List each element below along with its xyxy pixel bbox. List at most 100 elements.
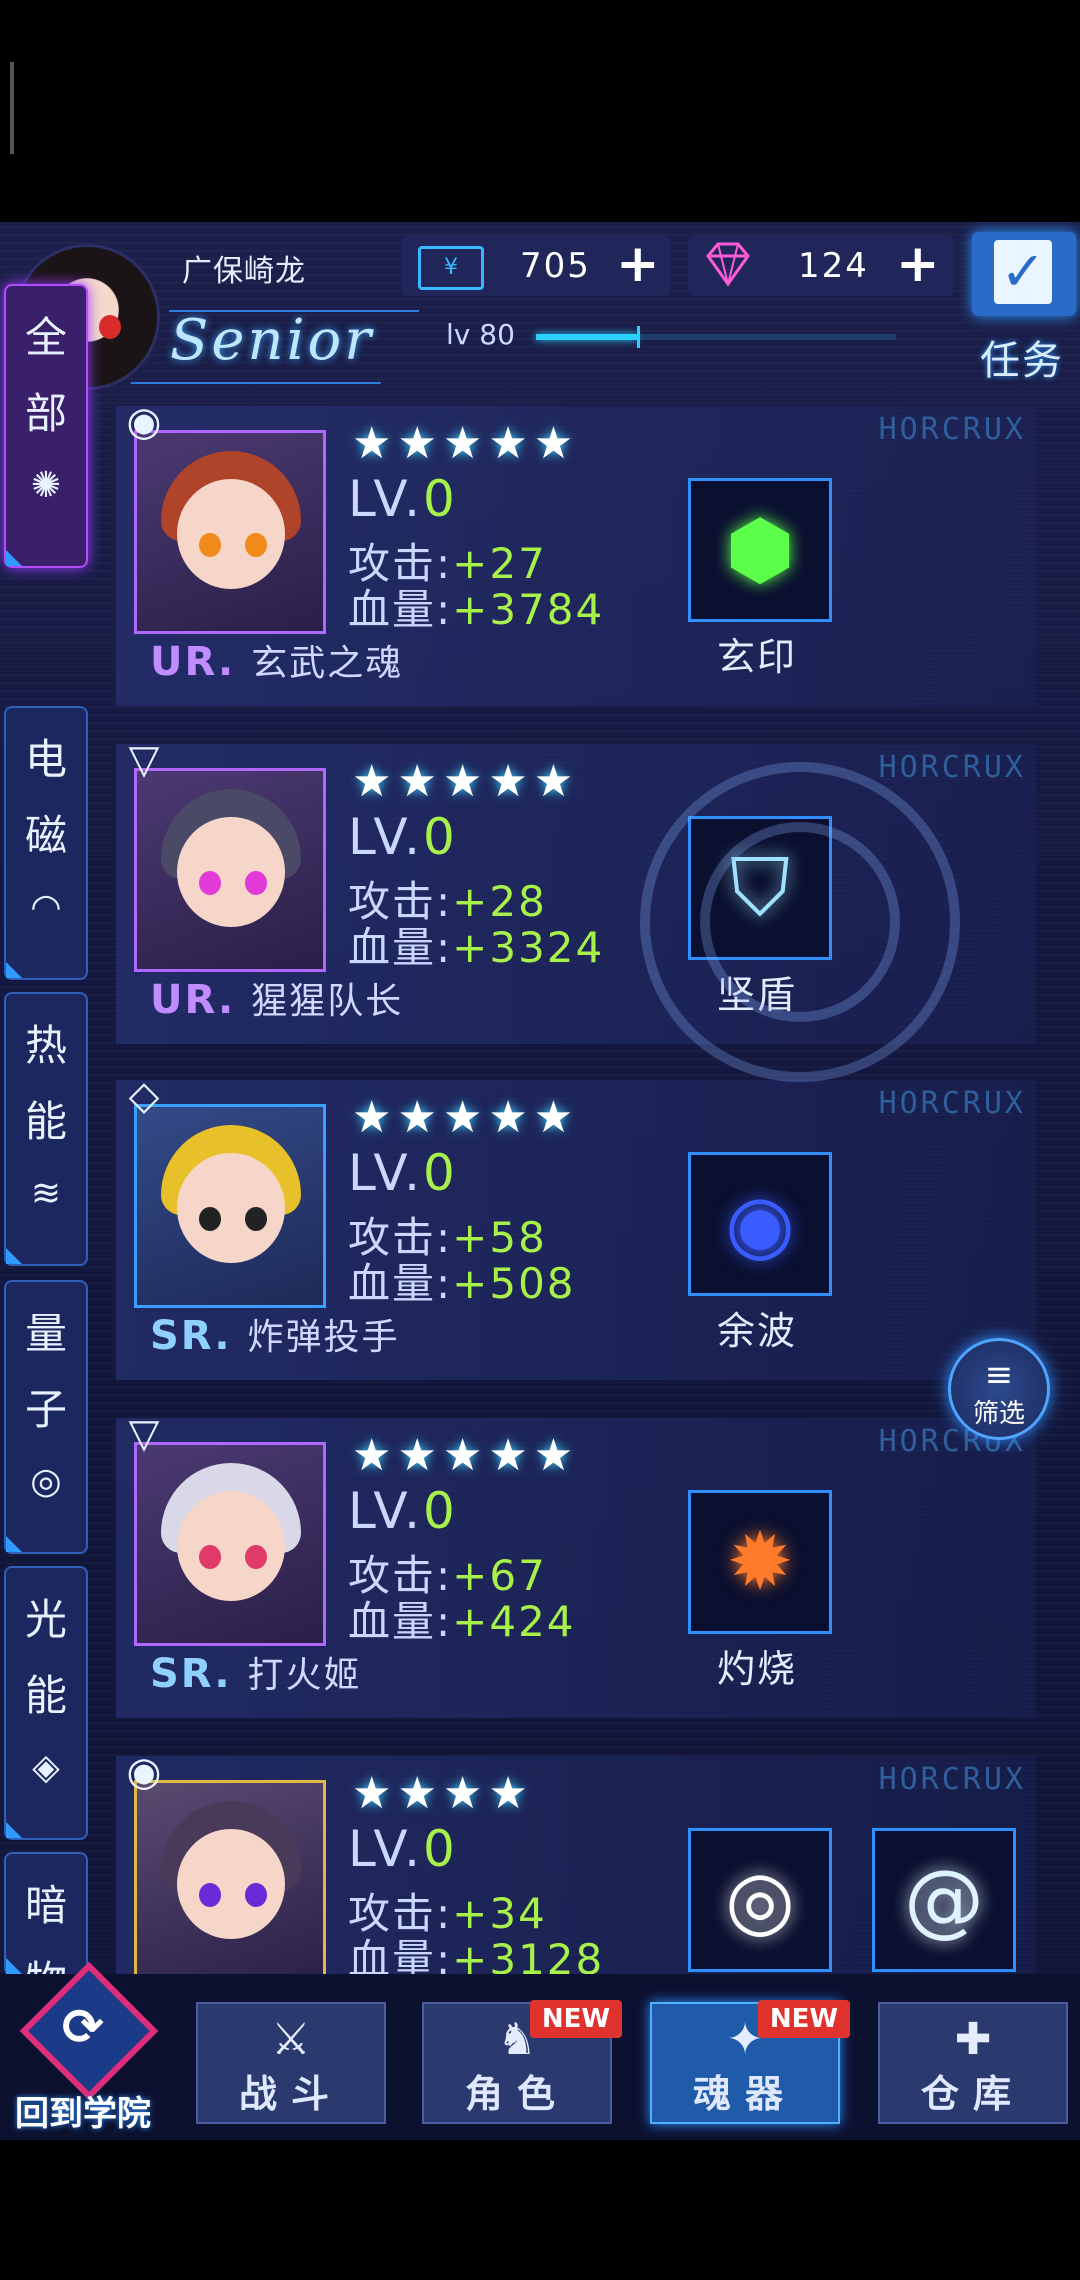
nav-button[interactable]: ♞ 角色 NEW (422, 2000, 622, 2124)
filter-button[interactable]: ≡ 筛选 (948, 1338, 1050, 1440)
hp-label: 血量: (348, 1597, 453, 1646)
portrait-eye (199, 1883, 221, 1907)
horcrux-card[interactable]: HORCRUX ▽ ★★★★★ LV.0 攻击:+67 血量:+424 SR. 打… (116, 1411, 1036, 1718)
sidebar-tab[interactable]: 暗物 (4, 1852, 88, 2006)
task-label[interactable]: 任务 (980, 328, 1064, 386)
sidebar-tab[interactable]: 全部 ✺ (4, 284, 88, 568)
rank-badge-icon: ◉ (126, 399, 162, 445)
portrait-face (177, 817, 285, 927)
sidebar-tab-char: 能 (24, 1097, 67, 1146)
portrait-face (177, 1491, 285, 1601)
star-rating: ★★★★ (352, 1768, 534, 1819)
character-portrait[interactable] (134, 1442, 326, 1646)
horcrux-name: 灼烧 (716, 1647, 797, 1691)
unit-name: UR. 猩猩队长 (150, 972, 403, 1024)
horcrux-tag: HORCRUX (878, 1086, 1026, 1121)
horcrux-slot[interactable]: ◉ (688, 1152, 832, 1296)
nav-button[interactable]: ✚ 仓库 (878, 2002, 1068, 2124)
rarity-tier: SR. (150, 1313, 232, 1359)
return-academy-button[interactable]: ⟳ 回到学院 (8, 1961, 159, 2140)
rank-badge-icon: ▽ (128, 1411, 160, 1457)
horcrux-tag: HORCRUX (878, 412, 1026, 447)
nav-label: 角色 (464, 2072, 569, 2116)
filter-label: 筛选 (972, 1399, 1025, 1429)
sidebar-tab[interactable]: 电磁 ◠ (4, 706, 88, 980)
horcrux-card[interactable]: HORCRUX ◉ ★★★★★ LV.0 攻击:+27 血量:+3784 UR.… (116, 399, 1036, 706)
portrait-eye (245, 533, 267, 557)
unit-name-text: 炸弹投手 (247, 1317, 400, 1358)
hp-value: +508 (452, 1259, 576, 1308)
sidebar-tab-char: 子 (24, 1385, 67, 1434)
hp-stat: 血量:+3784 (348, 576, 604, 637)
add-coins-button[interactable]: + (616, 238, 660, 290)
unit-name: SR. 打火姬 (150, 1646, 362, 1698)
horcrux-slot[interactable]: ⬢ (688, 478, 832, 622)
hp-value: +3324 (452, 923, 605, 972)
tab-corner (6, 1958, 22, 1974)
character-portrait[interactable] (134, 1104, 326, 1308)
quantum-icon: ◎ (30, 1461, 62, 1502)
level-value: 0 (423, 1820, 458, 1878)
return-academy-label: 回到学院 (15, 2094, 151, 2134)
horcrux-name: 玄印 (716, 635, 797, 679)
tab-corner (6, 1248, 22, 1264)
tab-corner (6, 962, 22, 978)
level-prefix: LV. (348, 1144, 424, 1202)
hp-value: +424 (452, 1597, 576, 1646)
horcrux-name: 余波 (716, 1309, 797, 1353)
sidebar-tab-char: 部 (24, 389, 67, 438)
horcrux-card[interactable]: HORCRUX ◇ ★★★★★ LV.0 攻击:+58 血量:+508 SR. 炸… (116, 1073, 1036, 1380)
gem-value: 124 (798, 246, 869, 286)
cash-icon: ¥ (418, 246, 484, 290)
game-screen: 广保崎龙 Senior lv 80 ¥ 705 + 124 + ✓ 任务 全 部… (0, 222, 1080, 2140)
horcrux-slot[interactable]: ✹ (688, 1490, 832, 1634)
sidebar-tab[interactable]: 热能 ≋ (4, 992, 88, 1266)
horcrux-slot[interactable]: @ (872, 1828, 1016, 1972)
rarity-tier: SR. (150, 1651, 232, 1697)
unit-name-text: 玄武之魂 (251, 643, 404, 684)
xp-fill (536, 334, 637, 340)
portrait-eye (199, 871, 221, 895)
unit-name: SR. 炸弹投手 (150, 1308, 400, 1360)
sidebar-tab[interactable]: 光能 ◈ (4, 1566, 88, 1840)
rank-title: Senior (170, 308, 374, 373)
nav-icon: ✚ (954, 2014, 992, 2065)
horcrux-icon: ⬢ (725, 503, 795, 596)
hp-label: 血量: (348, 585, 453, 634)
nav-button[interactable]: ⚔ 战斗 (196, 2002, 386, 2124)
level-bar: lv 80 (396, 312, 916, 360)
avatar-eye (99, 315, 121, 339)
bottom-nav: ⟳ 回到学院 ⚔ 战斗 ♞ 角色 NEW ✦ 魂器 NEW ✚ 仓库 (0, 1961, 1080, 2140)
coin-value: 705 (520, 246, 591, 286)
character-portrait[interactable] (134, 430, 326, 634)
nav-label: 魂器 (692, 2072, 797, 2116)
heat-icon: ≋ (30, 1173, 62, 1214)
task-button[interactable]: ✓ (972, 232, 1076, 316)
sidebar-tab-char: 全 (24, 313, 67, 362)
wifi-icon: ◠ (30, 887, 62, 928)
sidebar-tab[interactable]: 量子 ◎ (4, 1280, 88, 1554)
refresh-icon: ⟳ (62, 1998, 104, 2056)
sidebar-tab-char: 电 (24, 735, 67, 784)
sidebar-tab-char: 暗 (24, 1881, 67, 1930)
header: 广保崎龙 Senior lv 80 ¥ 705 + 124 + ✓ 任务 (0, 222, 1080, 390)
level: LV.0 (348, 1820, 458, 1878)
add-gems-button[interactable]: + (896, 238, 940, 290)
level: LV.0 (348, 808, 458, 866)
nav-button[interactable]: ✦ 魂器 NEW (650, 2000, 850, 2124)
character-portrait[interactable] (134, 768, 326, 972)
level-prefix: LV. (348, 1820, 424, 1878)
star-rating: ★★★★★ (352, 756, 580, 807)
sidebar-tab-char: 热 (24, 1021, 67, 1070)
hp-label: 血量: (348, 923, 453, 972)
portrait-face (177, 479, 285, 589)
horcrux-icon: ✹ (726, 1515, 794, 1608)
horcrux-card[interactable]: HORCRUX ◉ ★★★★ LV.0 攻击:+34 血量:+3128 ◎ @ (116, 1749, 1036, 1984)
horcrux-slot[interactable]: ◎ (688, 1828, 832, 1972)
portrait-eye (245, 1207, 267, 1231)
character-portrait[interactable] (134, 1780, 326, 1984)
nav-label: 战斗 (238, 2072, 343, 2116)
sidebar-tab-char: 光 (24, 1595, 67, 1644)
level-prefix: LV. (348, 470, 424, 528)
sidebar-tab-char: 磁 (24, 811, 67, 860)
